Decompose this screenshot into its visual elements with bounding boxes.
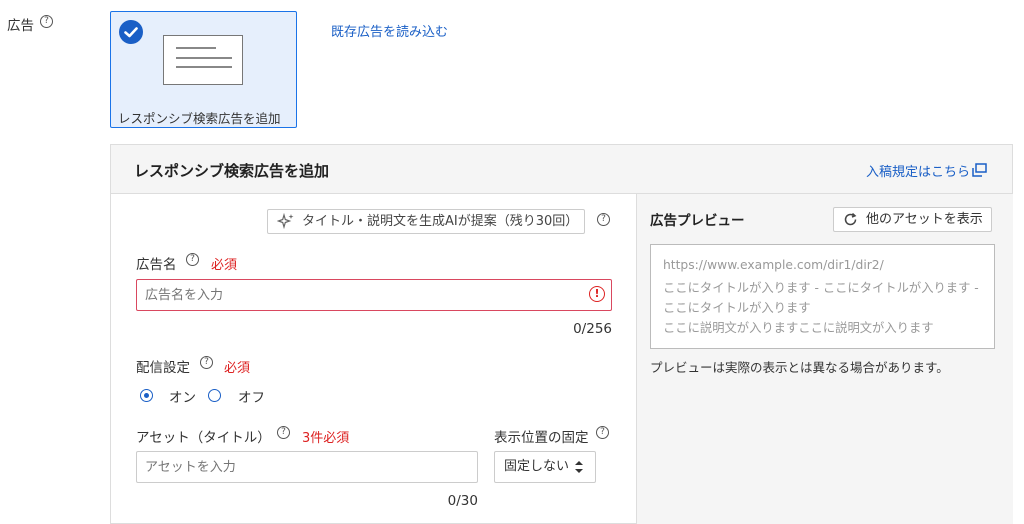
- ai-help-icon[interactable]: ?: [597, 213, 610, 226]
- external-link-icon[interactable]: [972, 163, 987, 181]
- ad-name-input[interactable]: [136, 279, 612, 311]
- preview-description: ここに説明文が入りますここに説明文が入ります: [663, 321, 934, 335]
- preview-url: https://www.example.com/dir1/dir2/: [663, 258, 884, 272]
- delivery-off-label[interactable]: オフ: [238, 386, 265, 406]
- pin-position-label: 表示位置の固定: [494, 430, 589, 446]
- asset-title-required-badge: 3件必須: [302, 431, 350, 446]
- ad-name-label: 広告名: [136, 257, 177, 273]
- delivery-on-label[interactable]: オン: [169, 386, 196, 406]
- ad-name-required-badge: 必須: [211, 258, 238, 273]
- asset-title-counter: 0/30: [447, 493, 478, 509]
- checkmark-icon: [119, 20, 143, 44]
- guidelines-link[interactable]: 入稿規定はこちら: [866, 161, 970, 180]
- help-icon[interactable]: ?: [40, 15, 53, 28]
- delivery-help-icon[interactable]: ?: [200, 356, 213, 369]
- refresh-icon: [843, 212, 858, 231]
- ai-suggest-label: タイトル・説明文を生成AIが提案（残り30回）: [302, 214, 579, 229]
- panel-title: レスポンシブ検索広告を追加: [134, 162, 330, 180]
- sort-arrows-icon: [574, 459, 584, 479]
- error-icon: !: [589, 286, 605, 302]
- ad-type-card-label: レスポンシブ検索広告を追加: [118, 111, 281, 126]
- preview-title-line-1: ここにタイトルが入ります - ここにタイトルが入ります -: [663, 281, 979, 295]
- delivery-required-badge: 必須: [224, 361, 251, 376]
- ad-field-label: 広告: [7, 18, 34, 34]
- asset-title-label: アセット（タイトル）: [136, 430, 271, 446]
- asset-title-help-icon[interactable]: ?: [277, 426, 290, 439]
- ad-name-counter: 0/256: [573, 321, 612, 337]
- delivery-off-radio[interactable]: [208, 389, 221, 402]
- sparkle-icon: [276, 212, 295, 233]
- show-other-assets-label: 他のアセットを表示: [866, 212, 983, 227]
- asset-title-input[interactable]: [136, 451, 478, 483]
- delivery-label: 配信設定: [136, 360, 190, 376]
- ai-suggest-button[interactable]: タイトル・説明文を生成AIが提案（残り30回）: [267, 209, 585, 234]
- document-icon: [163, 35, 243, 85]
- preview-title: 広告プレビュー: [650, 213, 745, 229]
- preview-title-line-2: ここにタイトルが入ります: [663, 301, 811, 315]
- pin-select-value: 固定しない: [504, 459, 570, 474]
- delivery-on-radio[interactable]: [140, 389, 153, 402]
- pin-help-icon[interactable]: ?: [596, 426, 609, 439]
- preview-note: プレビューは実際の表示とは異なる場合があります。: [650, 360, 949, 375]
- ad-name-help-icon[interactable]: ?: [186, 253, 199, 266]
- load-existing-ad-link[interactable]: 既存広告を読み込む: [331, 21, 448, 40]
